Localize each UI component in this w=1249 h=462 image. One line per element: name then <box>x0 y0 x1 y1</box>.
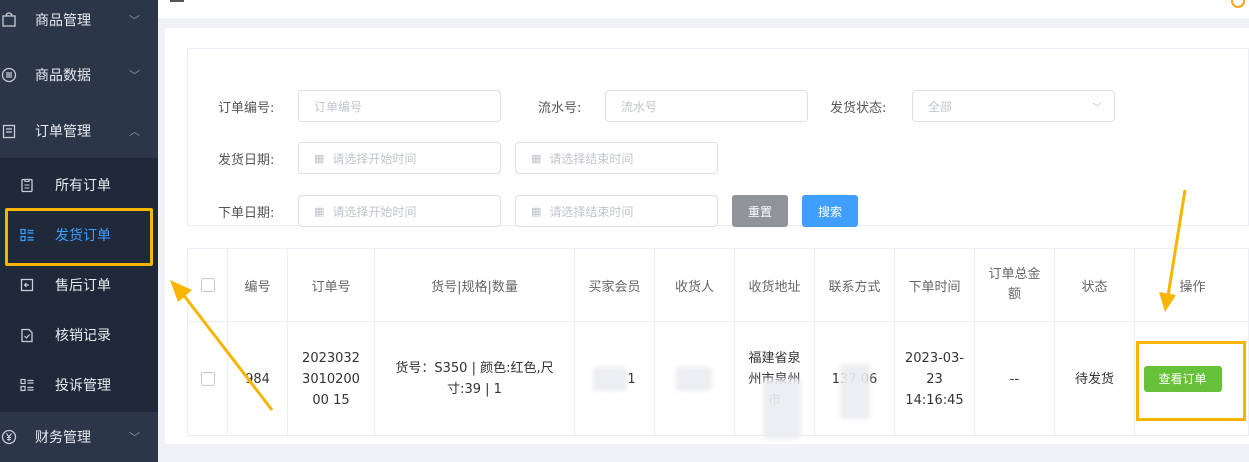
cell-order-no: 2023032301020000 15 <box>288 322 375 436</box>
search-button[interactable]: 搜索 <box>802 195 858 227</box>
cell-goods: 货号：S350 | 颜色:红色,尺寸:39 | 1 <box>375 322 575 436</box>
chevron-down-icon: ﹀ <box>129 69 140 82</box>
highlight-box-sidebar <box>5 208 153 266</box>
serial-label: 流水号: <box>538 101 582 116</box>
ship-start-date-input[interactable]: ▦ 请选择开始时间 <box>298 142 501 174</box>
sidebar-item-redemption-records[interactable]: 核销记录 <box>0 310 158 360</box>
sidebar: 商品管理 ﹀ 商品数据 ﹀ 订单管理 ︿ 所有订单 发货订单 售后订单 核销记录… <box>0 0 158 462</box>
row-checkbox-cell <box>188 322 228 436</box>
calendar-icon: ▦ <box>531 151 542 165</box>
sidebar-item-order-management[interactable]: 订单管理 ︿ <box>0 106 158 156</box>
ship-status-label: 发货状态: <box>830 101 887 116</box>
sidebar-item-label: 所有订单 <box>55 178 111 194</box>
cell-order-time: 2023-03-23 14:16:45 <box>895 322 975 436</box>
calendar-icon: ▦ <box>314 204 325 218</box>
select-all-header <box>188 249 228 321</box>
yen-circle-icon <box>0 428 18 446</box>
clipboard-icon <box>0 122 18 140</box>
sidebar-item-label: 商品管理 <box>35 13 91 29</box>
buyer-text: 1 <box>627 371 636 387</box>
order-date-label: 下单日期: <box>218 206 275 221</box>
cell-status: 待发货 <box>1055 322 1135 436</box>
column-header: 货号|规格|数量 <box>375 249 575 321</box>
sidebar-item-all-orders[interactable]: 所有订单 <box>0 160 158 210</box>
order-no-label: 订单编号: <box>218 101 275 116</box>
order-no-placeholder: 订单编号 <box>314 99 363 114</box>
privacy-blur <box>593 367 627 391</box>
column-header: 下单时间 <box>895 249 975 321</box>
cell-total: -- <box>975 322 1055 436</box>
return-box-icon <box>18 276 36 294</box>
privacy-blur <box>763 379 801 439</box>
order-end-date-input[interactable]: ▦ 请选择结束时间 <box>515 195 718 227</box>
sidebar-item-product-data[interactable]: 商品数据 ﹀ <box>0 50 158 100</box>
select-all-checkbox[interactable] <box>200 278 215 292</box>
ship-date-label: 发货日期: <box>218 153 275 168</box>
column-header: 收货人 <box>655 249 735 321</box>
column-header: 收货地址 <box>735 249 815 321</box>
column-header: 订单总金额 <box>975 249 1055 321</box>
document-check-icon <box>18 326 36 344</box>
filter-panel: 订单编号: 订单编号 流水号: 流水号 发货状态: 全部 ﹀ 发货日期: ▦ 请… <box>187 48 1249 227</box>
menu-toggle-icon[interactable] <box>170 0 184 2</box>
serial-input[interactable]: 流水号 <box>605 90 808 122</box>
chevron-down-icon: ﹀ <box>1092 103 1102 114</box>
highlight-box-action <box>1136 341 1246 421</box>
column-header: 联系方式 <box>815 249 895 321</box>
order-no-input[interactable]: 订单编号 <box>298 90 501 122</box>
row-checkbox[interactable] <box>200 372 215 386</box>
end-date-placeholder: 请选择结束时间 <box>549 151 634 166</box>
sidebar-item-label: 核销记录 <box>55 328 111 344</box>
sidebar-item-label: 售后订单 <box>55 278 111 294</box>
column-header: 操作 <box>1179 279 1206 295</box>
start-date-placeholder: 请选择开始时间 <box>332 204 417 219</box>
cell-id: 984 <box>228 322 288 436</box>
sidebar-item-finance-management[interactable]: 财务管理 ﹀ <box>0 412 158 462</box>
column-header: 编号 <box>228 249 288 321</box>
chevron-down-icon: ﹀ <box>129 431 140 444</box>
column-header: 状态 <box>1055 249 1135 321</box>
sidebar-item-label: 财务管理 <box>35 430 91 446</box>
main-content: 订单编号: 订单编号 流水号: 流水号 发货状态: 全部 ﹀ 发货日期: ▦ 请… <box>158 18 1249 444</box>
sidebar-item-after-sale-orders[interactable]: 售后订单 <box>0 260 158 310</box>
ship-end-date-input[interactable]: ▦ 请选择结束时间 <box>515 142 718 174</box>
sidebar-item-complaints[interactable]: 投诉管理 <box>0 360 158 410</box>
avatar[interactable] <box>1231 0 1245 8</box>
calendar-icon: ▦ <box>314 151 325 165</box>
clipboard-list-icon <box>18 176 36 194</box>
column-header: 买家会员 <box>575 249 655 321</box>
sidebar-item-label: 订单管理 <box>35 124 91 140</box>
orders-table: 编号 订单号 货号|规格|数量 买家会员 收货人 收货地址 联系方式 下单时间 … <box>187 248 1249 439</box>
start-date-placeholder: 请选择开始时间 <box>332 151 417 166</box>
privacy-blur <box>840 364 870 419</box>
list-circle-icon <box>0 66 18 84</box>
end-date-placeholder: 请选择结束时间 <box>549 204 634 219</box>
ship-status-value: 全部 <box>928 99 953 114</box>
sidebar-item-product-management[interactable]: 商品管理 ﹀ <box>0 0 158 45</box>
chevron-up-icon: ︿ <box>129 125 140 138</box>
calendar-icon: ▦ <box>531 204 542 218</box>
content-card: 订单编号: 订单编号 流水号: 流水号 发货状态: 全部 ﹀ 发货日期: ▦ 请… <box>165 28 1249 444</box>
sidebar-item-label: 商品数据 <box>35 68 91 84</box>
sidebar-item-label: 投诉管理 <box>55 378 111 394</box>
ship-status-select[interactable]: 全部 ﹀ <box>912 90 1115 122</box>
shopping-bag-icon <box>0 11 18 29</box>
column-header: 订单号 <box>288 249 375 321</box>
top-bar <box>158 0 1249 19</box>
chevron-down-icon: ﹀ <box>129 14 140 27</box>
order-start-date-input[interactable]: ▦ 请选择开始时间 <box>298 195 501 227</box>
serial-placeholder: 流水号 <box>621 99 658 114</box>
reset-button[interactable]: 重置 <box>732 195 788 227</box>
privacy-blur <box>676 367 712 391</box>
list-grid-icon <box>18 376 36 394</box>
